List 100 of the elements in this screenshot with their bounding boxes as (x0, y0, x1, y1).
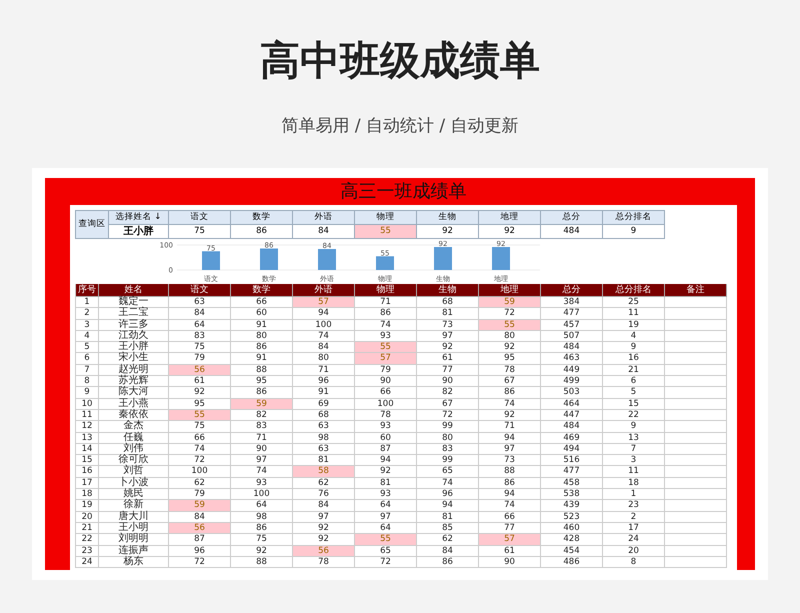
table-cell: 17 (76, 478, 99, 490)
table-cell: 97 (355, 512, 417, 523)
table-cell: 96 (169, 546, 231, 557)
table-cell: 81 (417, 308, 479, 320)
table-cell: 66 (355, 387, 417, 399)
table-cell: 23 (76, 546, 99, 557)
remark-cell (665, 466, 727, 478)
table-cell: 杨东 (99, 556, 169, 568)
remark-cell (665, 489, 727, 500)
table-cell: 81 (417, 512, 479, 523)
table-cell: 16 (603, 353, 665, 365)
table-cell: 卜小波 (99, 478, 169, 490)
column-header: 总分 (541, 284, 603, 297)
table-cell: 78 (479, 364, 541, 376)
table-cell: 85 (417, 522, 479, 534)
table-cell: 460 (541, 522, 603, 534)
table-cell: 徐可欣 (99, 455, 169, 466)
table-cell: 447 (541, 410, 603, 422)
column-header: 总分排名 (603, 284, 665, 297)
table-cell: 71 (355, 297, 417, 308)
table-cell: 99 (417, 455, 479, 466)
table-cell: 11 (603, 308, 665, 320)
table-cell: 98 (293, 432, 355, 444)
table-cell: 477 (541, 466, 603, 478)
table-cell: 60 (355, 432, 417, 444)
table-cell: 21 (603, 364, 665, 376)
remark-cell (665, 455, 727, 466)
table-cell: 57 (479, 534, 541, 546)
table-cell: 21 (76, 522, 99, 534)
table-cell: 90 (355, 376, 417, 388)
table-cell: 3 (76, 320, 99, 331)
column-header: 备注 (665, 284, 727, 297)
table-cell: 唐大川 (99, 512, 169, 523)
table-cell: 11 (603, 466, 665, 478)
table-cell: 75 (231, 534, 293, 546)
table-cell: 63 (293, 421, 355, 433)
remark-cell (665, 534, 727, 546)
table-cell: 484 (541, 225, 603, 239)
table-cell: 18 (603, 478, 665, 490)
table-cell: 64 (355, 500, 417, 512)
table-cell: 97 (293, 512, 355, 523)
table-cell: 2 (603, 512, 665, 523)
column-header: 生物 (417, 211, 479, 225)
table-cell: 5 (603, 387, 665, 399)
table-cell: 84 (169, 308, 231, 320)
table-cell: 99 (417, 421, 479, 433)
table-cell: 86 (479, 478, 541, 490)
query-label: 查询区 (76, 211, 109, 239)
table-cell: 464 (541, 398, 603, 410)
table-cell: 69 (293, 398, 355, 410)
table-cell: 58 (293, 466, 355, 478)
column-header: 数学 (231, 211, 293, 225)
table-cell: 65 (355, 546, 417, 557)
table-cell: 陈大河 (99, 387, 169, 399)
table-cell: 62 (169, 478, 231, 490)
table-cell: 55 (355, 534, 417, 546)
table-cell: 61 (169, 376, 231, 388)
table-cell: 93 (231, 478, 293, 490)
table-cell: 86 (355, 308, 417, 320)
table-cell: 9 (603, 421, 665, 433)
table-cell: 65 (417, 466, 479, 478)
table-cell: 刘明明 (99, 534, 169, 546)
table-cell: 73 (479, 455, 541, 466)
table-cell: 454 (541, 546, 603, 557)
page-subtitle: 简单易用 / 自动统计 / 自动更新 (281, 115, 519, 138)
table-cell: 61 (479, 546, 541, 557)
table-cell: 19 (603, 320, 665, 331)
table-cell: 15 (76, 455, 99, 466)
column-header: 外语 (293, 211, 355, 225)
table-cell: 538 (541, 489, 603, 500)
table-cell: 75 (169, 342, 231, 354)
table-cell: 19 (76, 500, 99, 512)
remark-cell (665, 330, 727, 342)
table-cell: 92 (417, 225, 479, 239)
column-header: 地理 (479, 211, 541, 225)
table-cell: 24 (76, 556, 99, 568)
table-cell: 92 (169, 387, 231, 399)
table-cell: 62 (293, 478, 355, 490)
table-cell: 71 (479, 421, 541, 433)
table-cell: 20 (76, 512, 99, 523)
table-cell: 67 (479, 376, 541, 388)
table-cell: 94 (479, 432, 541, 444)
table-cell: 463 (541, 353, 603, 365)
table-cell: 82 (231, 410, 293, 422)
table-cell: 金杰 (99, 421, 169, 433)
table-cell: 3 (603, 455, 665, 466)
table-cell: 74 (479, 500, 541, 512)
name-dropdown[interactable]: 王小胖 (109, 225, 169, 239)
table-cell: 6 (76, 353, 99, 365)
remark-cell (665, 512, 727, 523)
table-cell: 80 (231, 330, 293, 342)
table-cell: 17 (603, 522, 665, 534)
name-selector-label[interactable]: 选择姓名 ↓ (109, 211, 169, 225)
table-cell: 83 (169, 330, 231, 342)
table-cell: 8 (603, 556, 665, 568)
table-cell: 75 (169, 421, 231, 433)
table-cell: 97 (479, 444, 541, 456)
table-cell: 任巍 (99, 432, 169, 444)
table-cell: 1 (76, 297, 99, 308)
table-cell: 439 (541, 500, 603, 512)
